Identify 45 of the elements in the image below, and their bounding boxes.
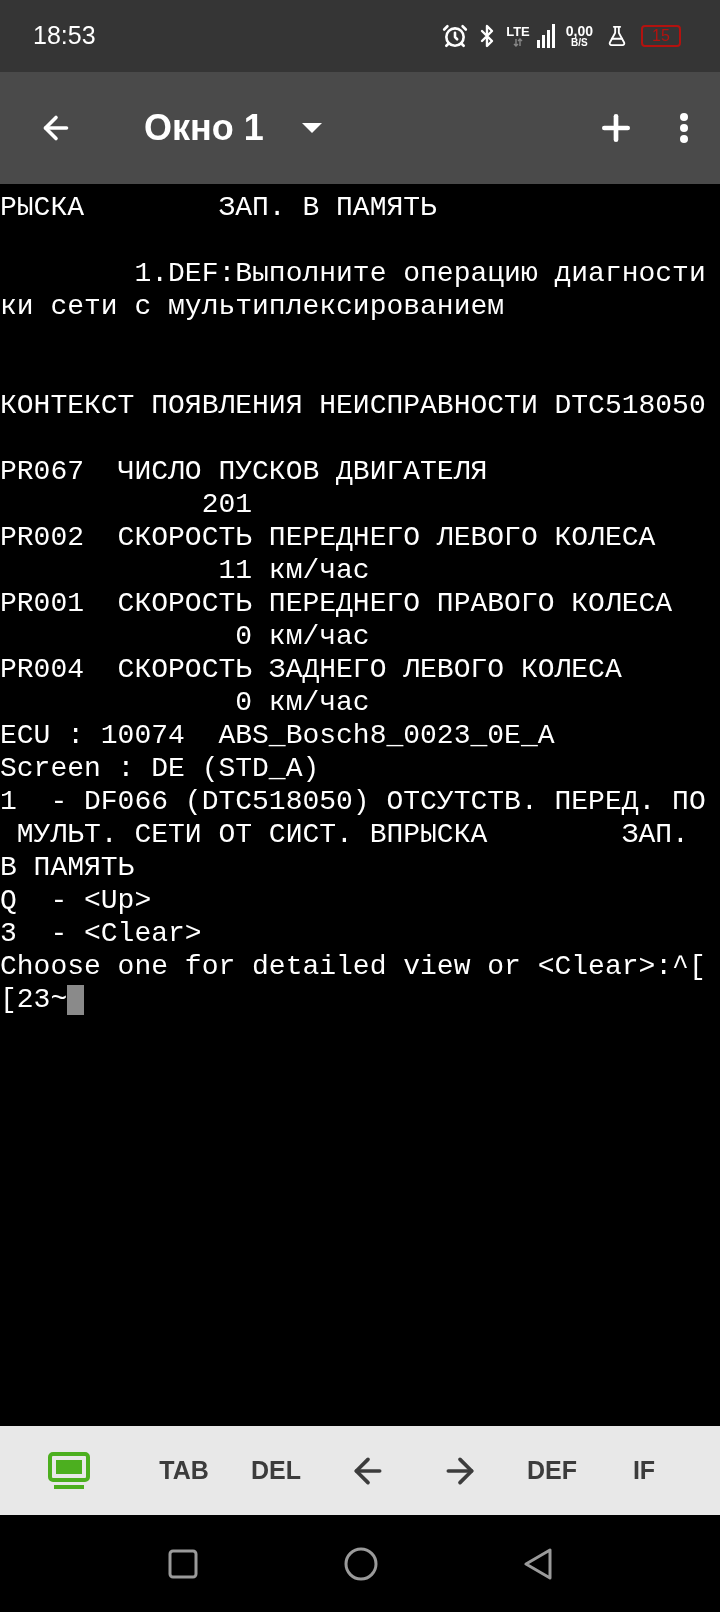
terminal-line: РЫСКА ЗАП. В ПАМЯТЬ [0, 191, 437, 224]
key-button[interactable]: DEL [230, 1426, 322, 1515]
terminal-line: Q - <Up> [0, 884, 152, 917]
flask-icon [606, 25, 628, 47]
home-button[interactable] [344, 1546, 378, 1581]
terminal-line: PR002 СКОРОСТЬ ПЕРЕДНЕГО ЛЕВОГО КОЛЕСА [0, 521, 656, 554]
terminal-line: 11 км/час [217, 554, 370, 587]
signal-icon [536, 24, 555, 48]
terminal-line: 1.DEF:Выполните операцию диагности [133, 257, 706, 290]
window-selector[interactable]: Окно 1 [144, 101, 322, 155]
triangle-icon [524, 1547, 552, 1580]
more-options-icon [680, 113, 688, 143]
terminal-line: 0 км/час [234, 686, 370, 719]
square-icon [168, 1548, 198, 1579]
monitor-icon [48, 1451, 90, 1490]
terminal-line: Screen : DE (STD_A) [0, 752, 320, 785]
text-cursor [67, 984, 85, 1015]
network-speed-unit: B/S [571, 38, 588, 48]
status-time: 18:53 [33, 20, 96, 52]
terminal-line: [23~ [0, 983, 68, 1016]
circle-icon [344, 1546, 378, 1581]
network-type: LTE [506, 25, 530, 38]
terminal-line: 1 - DF066 (DTC518050) ОТСУТСТВ. ПЕРЕД. ПО [0, 785, 706, 818]
terminal-line: Choose one for detailed view or <Clear>:^[ [0, 950, 706, 983]
battery-indicator: 15 [641, 25, 681, 47]
key-button[interactable]: IF [598, 1426, 690, 1515]
dropdown-caret-icon [301, 123, 322, 133]
terminal-line: PR067 ЧИСЛО ПУСКОВ ДВИГАТЕЛЯ [0, 455, 488, 488]
terminal-line: 3 - <Clear> [0, 917, 202, 950]
terminal-line: ECU : 10074 ABS_Bosch8_0023_0E_A [0, 719, 555, 752]
terminal-line: ки сети с мультиплексированием [0, 290, 505, 323]
terminal-line: 201 [200, 488, 253, 521]
terminal-line: PR001 СКОРОСТЬ ПЕРЕДНЕГО ПРАВОГО КОЛЕСА [0, 587, 673, 620]
terminal-line: МУЛЬТ. СЕТИ ОТ СИСТ. ВПРЫСКА ЗАП. [15, 818, 689, 851]
alarm-icon [442, 23, 469, 49]
recent-apps-button[interactable] [168, 1548, 198, 1579]
terminal-line: КОНТЕКСТ ПОЯВЛЕНИЯ НЕИСПРАВНОСТИ DTC518050 [0, 389, 706, 422]
terminal-line: 0 км/час [234, 620, 370, 653]
terminal-line: В ПАМЯТЬ [0, 851, 135, 884]
network-speed: 0,00 [565, 24, 593, 38]
key-button[interactable]: TAB [138, 1426, 230, 1515]
key-button[interactable]: DEF [506, 1426, 598, 1515]
back-nav-button[interactable] [524, 1547, 552, 1580]
data-arrows-icon [512, 38, 523, 47]
terminal-line: PR004 СКОРОСТЬ ЗАДНЕГО ЛЕВОГО КОЛЕСА [0, 653, 622, 686]
